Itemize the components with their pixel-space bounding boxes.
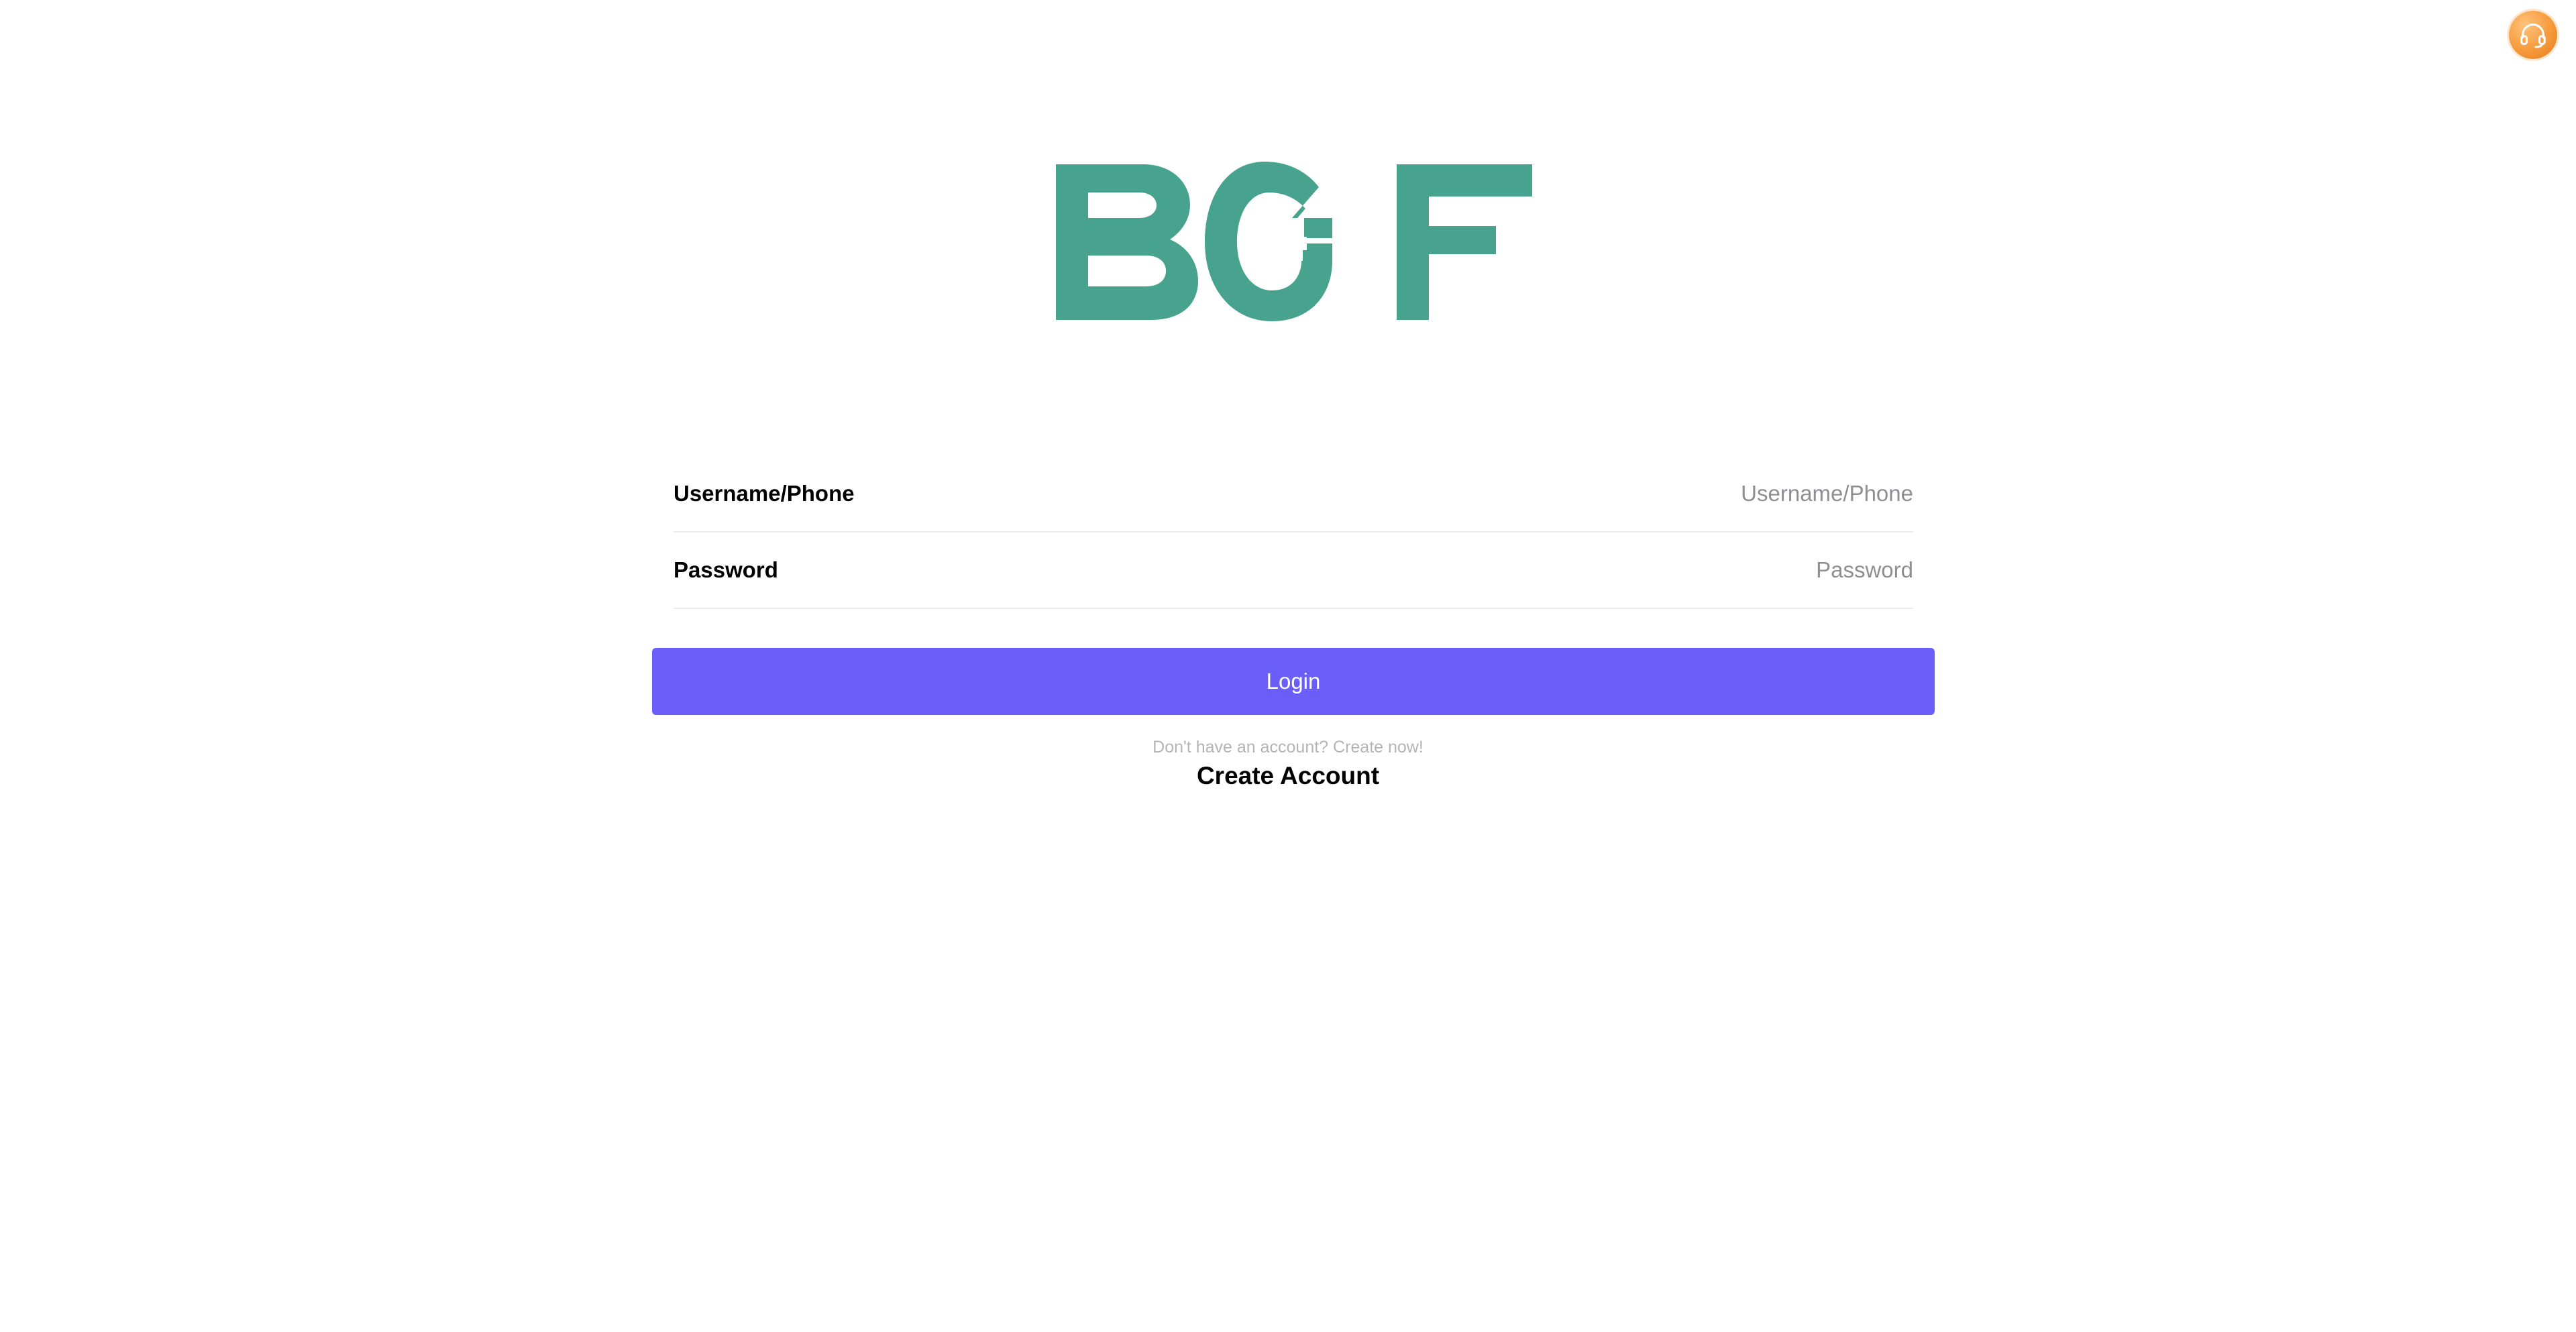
username-input[interactable] [955, 467, 1913, 520]
headset-icon [2520, 23, 2546, 48]
logo-g-cutout [1305, 238, 1334, 243]
password-input[interactable] [955, 543, 1913, 597]
customer-support-button[interactable] [2509, 11, 2557, 59]
username-label: Username/Phone [674, 481, 855, 506]
logo-letter-f [1397, 164, 1532, 320]
password-row: Password [674, 533, 1913, 609]
login-form: Username/Phone Password [674, 456, 1913, 609]
password-label: Password [674, 557, 778, 582]
login-button[interactable]: Login [652, 648, 1935, 715]
login-page: Username/Phone Password Login Don't have… [0, 0, 2576, 1332]
logo-letter-b [1056, 164, 1198, 320]
logo-g-bar [1304, 218, 1332, 237]
brand-logo [1056, 162, 1532, 321]
create-account-link[interactable]: Create Account [1087, 762, 1489, 790]
username-row: Username/Phone [674, 456, 1913, 533]
signup-hint: Don't have an account? Create now! [1152, 738, 1424, 757]
